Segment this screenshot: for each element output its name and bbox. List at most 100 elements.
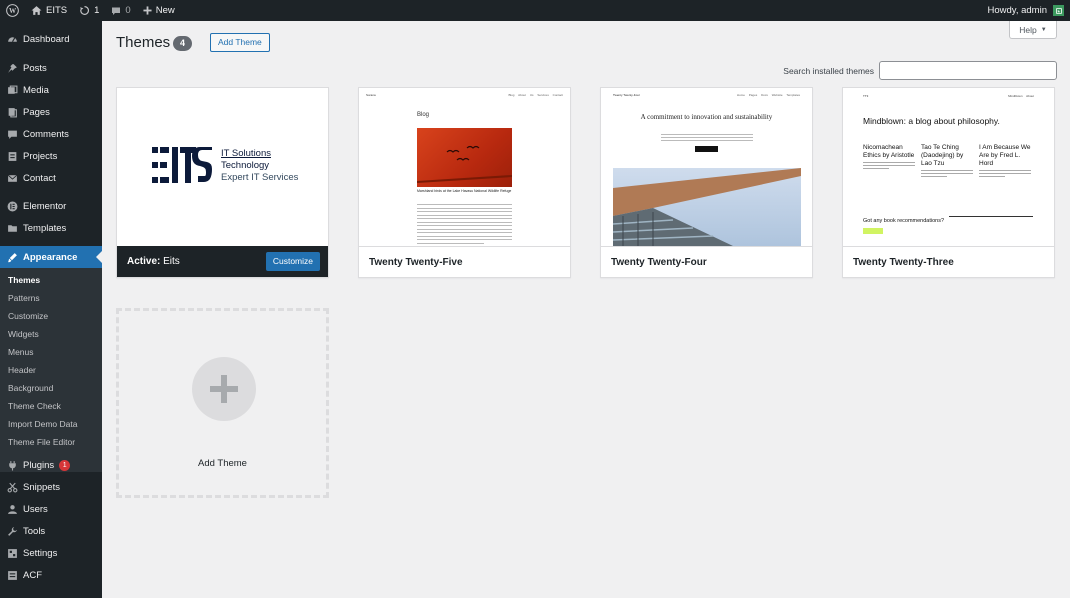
preview-nav: Home Pages Docs Website Templates [736, 93, 800, 97]
add-new-theme-card[interactable]: Add Theme [116, 308, 329, 498]
preview-post: I Am Because We Are by Fred L. Hord [979, 144, 1031, 177]
preview-post-title: Tao Te Ching (Daodejing) by Lao Tzu [921, 144, 964, 167]
submenu-item-menus[interactable]: Menus [8, 343, 34, 361]
theme-card-twenty-twenty-four[interactable]: Twenty Twenty-Four Home Pages Docs Websi… [600, 87, 813, 278]
preview-heading: Mindblown: a blog about philosophy. [863, 116, 1000, 126]
folder-icon [7, 223, 18, 234]
sidebar-item-contact[interactable]: Contact [0, 167, 102, 189]
site-name-link[interactable]: EITS [25, 0, 73, 21]
scissors-icon [7, 482, 18, 493]
wordpress-logo-icon[interactable]: W [0, 0, 25, 21]
preview-post: Nicomachean Ethics by Aristotle [863, 144, 915, 169]
submenu-item-import-demo-data[interactable]: Import Demo Data [8, 415, 77, 433]
theme-screenshot[interactable]: TT3 Mindblown About Mindblown: a blog ab… [843, 88, 1054, 246]
mail-icon [7, 173, 18, 184]
preview-site-title: Sorana [366, 93, 376, 97]
customize-button[interactable]: Customize [265, 252, 320, 271]
appearance-submenu: Themes Patterns Customize Widgets Menus … [0, 268, 102, 472]
users-icon [7, 504, 18, 515]
preview-site-title: Twenty Twenty-Four [613, 93, 640, 97]
eits-tagline: IT Solutions Technology Expert IT Servic… [221, 148, 298, 184]
sidebar-item-appearance[interactable]: Appearance [0, 246, 102, 268]
sidebar-item-acf[interactable]: ACF [0, 564, 102, 586]
submenu-item-theme-file-editor[interactable]: Theme File Editor [8, 433, 75, 451]
new-content-link[interactable]: New [137, 0, 181, 21]
sidebar-item-dashboard[interactable]: Dashboard [0, 28, 102, 50]
sidebar-item-label: Contact [23, 172, 56, 184]
sidebar-item-tools[interactable]: Tools [0, 520, 102, 542]
submenu-item-widgets[interactable]: Widgets [8, 325, 39, 343]
settings-icon [7, 548, 18, 559]
sidebar-item-plugins[interactable]: Plugins 1 [0, 454, 102, 476]
sidebar-item-label: Plugins [23, 459, 55, 471]
active-prefix: Active: [127, 256, 161, 267]
preview-caption: Marshland birds at the Lake Havasu Natio… [417, 189, 512, 193]
preview-nav: Mindblown About [1008, 94, 1034, 98]
comment-icon [112, 7, 121, 15]
sidebar-item-templates[interactable]: Templates [0, 217, 102, 239]
theme-card-twenty-twenty-three[interactable]: TT3 Mindblown About Mindblown: a blog ab… [842, 87, 1055, 278]
theme-card-eits[interactable]: IT Solutions Technology Expert IT Servic… [116, 87, 329, 278]
sidebar-item-label: Dashboard [23, 33, 70, 45]
plus-icon [143, 6, 152, 15]
submenu-item-background[interactable]: Background [8, 379, 53, 397]
sidebar-item-label: Media [23, 84, 49, 96]
plugin-icon [7, 460, 18, 471]
sidebar-item-posts[interactable]: Posts [0, 57, 102, 79]
sidebar-item-label: Elementor [23, 200, 67, 212]
sidebar-item-label: Appearance [23, 251, 78, 263]
preview-post-title: Nicomachean Ethics by Aristotle [863, 144, 915, 159]
sidebar-item-media[interactable]: Media [0, 79, 102, 101]
theme-screenshot[interactable]: IT Solutions Technology Expert IT Servic… [117, 88, 328, 246]
sidebar-item-label: Pages [23, 106, 50, 118]
submenu-item-header[interactable]: Header [8, 361, 36, 379]
brush-icon [7, 252, 18, 263]
sidebar-item-comments[interactable]: Comments [0, 123, 102, 145]
sidebar-item-pages[interactable]: Pages [0, 101, 102, 123]
sidebar-item-snippets[interactable]: Snippets [0, 476, 102, 498]
preview-site-title: TT3 [863, 94, 869, 98]
submenu-item-theme-check[interactable]: Theme Check [8, 397, 61, 415]
greeting-text: Howdy, admin [987, 5, 1048, 16]
eits-tagline-line: IT Solutions [221, 148, 271, 159]
theme-name: Twenty Twenty-Three [843, 246, 1054, 277]
preview-button [695, 146, 718, 152]
plugins-update-badge: 1 [59, 459, 71, 471]
submenu-item-customize[interactable]: Customize [8, 307, 48, 325]
add-theme-button[interactable]: Add Theme [210, 33, 270, 52]
comments-link[interactable]: 0 [105, 0, 136, 21]
theme-name: Twenty Twenty-Four [601, 246, 812, 277]
submenu-item-themes[interactable]: Themes [8, 271, 40, 289]
chevron-down-icon: ▼ [1040, 26, 1047, 33]
avatar [1053, 5, 1064, 16]
sidebar-item-label: Templates [23, 222, 67, 234]
my-account-link[interactable]: Howdy, admin [982, 0, 1070, 21]
preview-post: Tao Te Ching (Daodejing) by Lao Tzu [921, 144, 973, 177]
preview-divider [949, 216, 1033, 217]
eits-logo [152, 147, 212, 183]
add-new-theme-label: Add Theme [198, 458, 247, 469]
preview-text-lines [661, 134, 753, 143]
admin-sidebar: Dashboard Posts Media Pages Comments Pro… [0, 21, 102, 598]
submenu-item-patterns[interactable]: Patterns [8, 289, 40, 307]
theme-card-twenty-twenty-five[interactable]: Sorana Blog About Us Services Contact Bl… [358, 87, 571, 278]
theme-screenshot[interactable]: Sorana Blog About Us Services Contact Bl… [359, 88, 570, 246]
help-tab-button[interactable]: Help ▼ [1009, 21, 1057, 39]
sidebar-item-elementor[interactable]: Elementor [0, 195, 102, 217]
theme-name: Twenty Twenty-Five [359, 246, 570, 277]
preview-nav: Blog About Us Services Contact [508, 93, 563, 97]
theme-screenshot[interactable]: Twenty Twenty-Four Home Pages Docs Websi… [601, 88, 812, 246]
theme-name: Eits [163, 256, 180, 267]
plus-icon [192, 357, 256, 421]
sidebar-item-users[interactable]: Users [0, 498, 102, 520]
sidebar-item-projects[interactable]: Projects [0, 145, 102, 167]
updates-icon [80, 6, 90, 15]
sidebar-item-label: Snippets [23, 481, 60, 493]
sidebar-item-settings[interactable]: Settings [0, 542, 102, 564]
updates-link[interactable]: 1 [73, 0, 105, 21]
preview-cta-text: Got any book recommendations? [863, 218, 945, 224]
preview-heading: A commitment to innovation and sustainab… [640, 113, 773, 121]
acf-icon [7, 570, 18, 581]
dashboard-icon [7, 34, 18, 45]
search-input[interactable] [879, 61, 1057, 80]
